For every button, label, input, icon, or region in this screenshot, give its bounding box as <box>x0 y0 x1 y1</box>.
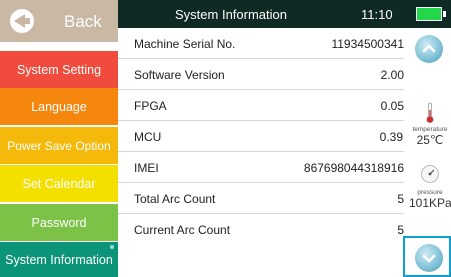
info-value: 867698044318916 <box>303 161 404 175</box>
back-arrow-icon <box>10 9 34 33</box>
sidebar-item-label: Set Calendar <box>22 176 96 191</box>
sidebar-item-label: Language <box>31 99 87 114</box>
info-value: 5 <box>397 223 404 237</box>
scroll-up-button[interactable] <box>415 35 443 63</box>
info-row: Total Arc Count 5 <box>118 183 404 214</box>
info-row: IMEI 867698044318916 <box>118 152 404 183</box>
info-row: Current Arc Count 5 <box>118 214 404 245</box>
info-value: 2.00 <box>380 68 404 82</box>
selected-indicator-dot <box>110 245 114 249</box>
info-row: FPGA 0.05 <box>118 90 404 121</box>
chevron-up-icon <box>422 44 436 53</box>
info-list: Machine Serial No. 11934500341 Software V… <box>118 28 404 245</box>
sidebar-item-language[interactable]: Language <box>0 88 118 125</box>
thermometer-icon <box>426 102 434 124</box>
sidebar: Back System Setting Language Power Save … <box>0 0 118 277</box>
info-value: 0.39 <box>379 130 403 144</box>
sidebar-item-label: System Setting <box>16 62 102 77</box>
info-value: 11934500341 <box>331 37 404 51</box>
chevron-down-icon <box>422 254 436 263</box>
back-button[interactable]: Back <box>0 0 118 42</box>
gauge-icon <box>421 165 439 183</box>
pressure-caption: pressure <box>417 189 443 196</box>
back-label: Back <box>64 12 102 31</box>
info-label: Total Arc Count <box>134 192 216 206</box>
sidebar-item-system-setting[interactable]: System Setting <box>0 51 118 88</box>
info-value: 0.05 <box>380 99 404 113</box>
battery-icon <box>416 7 442 21</box>
scroll-down-button[interactable] <box>415 244 443 272</box>
info-label: Machine Serial No. <box>134 37 236 51</box>
clock: 11:10 <box>361 7 393 22</box>
pressure-value: 101KPa <box>409 196 451 210</box>
temperature-value: 25℃ <box>416 133 444 147</box>
info-label: Current Arc Count <box>134 223 231 237</box>
sidebar-item-label: System Information <box>5 252 113 267</box>
info-label: Software Version <box>134 68 225 82</box>
sidebar-item-label: Power Save Option <box>7 138 111 153</box>
battery-tip <box>443 11 446 17</box>
temperature-readout: temperature 25℃ <box>409 126 451 147</box>
pressure-readout: pressure 101KPa <box>409 189 451 210</box>
info-value: 5 <box>397 192 404 206</box>
info-label: IMEI <box>134 161 159 175</box>
sidebar-item-system-information[interactable]: System Information <box>0 242 118 277</box>
temperature-caption: temperature <box>412 126 448 133</box>
sidebar-item-label: Password <box>31 215 87 230</box>
info-label: FPGA <box>134 99 167 113</box>
info-row: Machine Serial No. 11934500341 <box>118 28 404 59</box>
header-bar: System Information 11:10 <box>118 0 451 28</box>
info-row: MCU 0.39 <box>118 121 404 152</box>
sidebar-item-password[interactable]: Password <box>0 204 118 241</box>
info-label: MCU <box>134 130 162 144</box>
info-row: Software Version 2.00 <box>118 59 404 90</box>
page-title: System Information <box>175 7 287 22</box>
sidebar-item-power-save-option[interactable]: Power Save Option <box>0 127 118 164</box>
sidebar-item-set-calendar[interactable]: Set Calendar <box>0 165 118 202</box>
